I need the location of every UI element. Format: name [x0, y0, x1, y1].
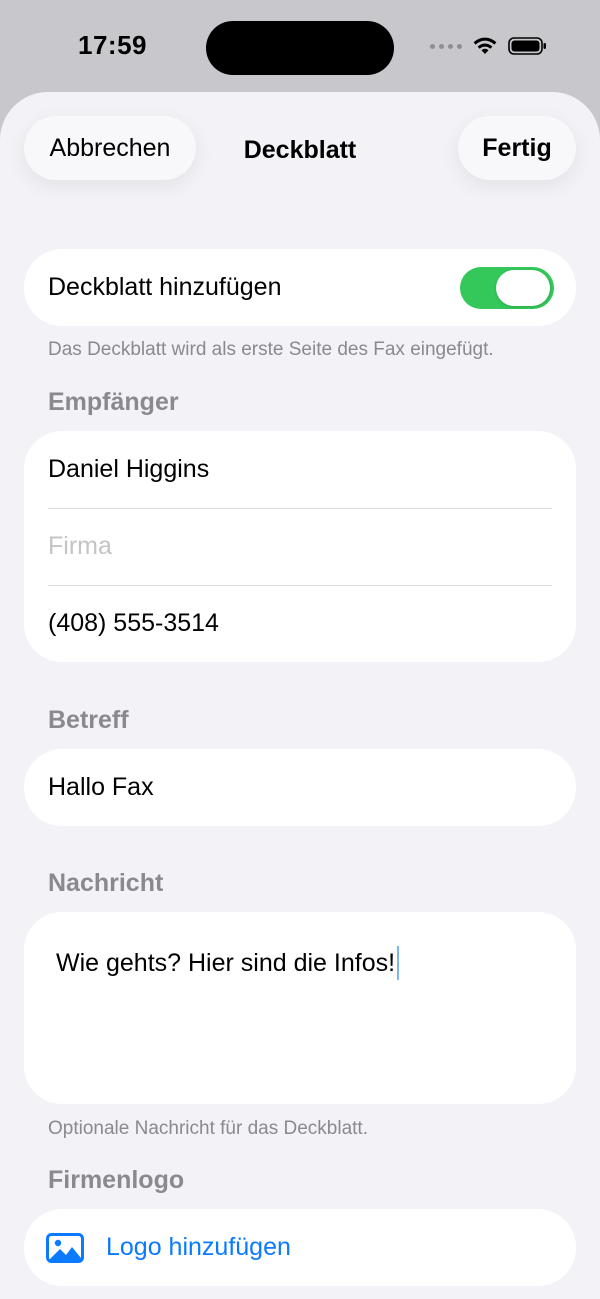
cover-toggle-row: Deckblatt hinzufügen [24, 249, 576, 326]
toggle-knob [496, 270, 550, 306]
fax-number-value: (408) 555-3514 [48, 609, 219, 637]
cover-toggle-footnote: Das Deckblatt wird als erste Seite des F… [48, 339, 494, 360]
recipient-name-field[interactable]: Daniel Higgins [24, 431, 576, 508]
cover-toggle-switch[interactable] [460, 267, 554, 309]
status-bar: 17:59 [0, 0, 600, 92]
company-placeholder: Firma [48, 532, 112, 560]
wifi-icon [473, 37, 497, 54]
message-text: Wie gehts? Hier sind die Infos! [56, 946, 400, 980]
cover-toggle-card: Deckblatt hinzufügen [24, 249, 576, 326]
message-header: Nachricht [48, 869, 164, 897]
photo-icon [46, 1232, 84, 1263]
logo-header: Firmenlogo [48, 1166, 185, 1194]
logo-card: Logo hinzufügen [24, 1209, 576, 1286]
cover-toggle-label: Deckblatt hinzufügen [48, 273, 282, 301]
battery-icon [508, 37, 546, 55]
recipient-header: Empfänger [48, 388, 179, 416]
text-caret [397, 946, 400, 980]
subject-value: Hallo Fax [48, 773, 154, 801]
dynamic-island [206, 21, 394, 75]
cellular-icon [430, 43, 462, 49]
message-value: Wie gehts? Hier sind die Infos! [56, 948, 396, 977]
cover-sheet-modal: Abbrechen Deckblatt Fertig Deckblatt hin… [0, 92, 600, 1299]
add-logo-button[interactable]: Logo hinzufügen [24, 1209, 576, 1286]
company-field[interactable]: Firma [24, 508, 576, 585]
subject-header: Betreff [48, 706, 129, 734]
done-button[interactable]: Fertig [458, 116, 576, 180]
status-time: 17:59 [78, 30, 147, 60]
recipient-card: Daniel Higgins Firma (408) 555-3514 [24, 431, 576, 662]
recipient-name-value: Daniel Higgins [48, 455, 210, 483]
subject-field[interactable]: Hallo Fax [24, 749, 576, 826]
message-textarea[interactable]: Wie gehts? Hier sind die Infos! [24, 912, 576, 1104]
subject-card: Hallo Fax [24, 749, 576, 826]
status-icons [430, 36, 548, 56]
message-footnote: Optionale Nachricht für das Deckblatt. [48, 1118, 368, 1139]
fax-number-field[interactable]: (408) 555-3514 [24, 585, 576, 662]
add-logo-label: Logo hinzufügen [106, 1233, 291, 1261]
